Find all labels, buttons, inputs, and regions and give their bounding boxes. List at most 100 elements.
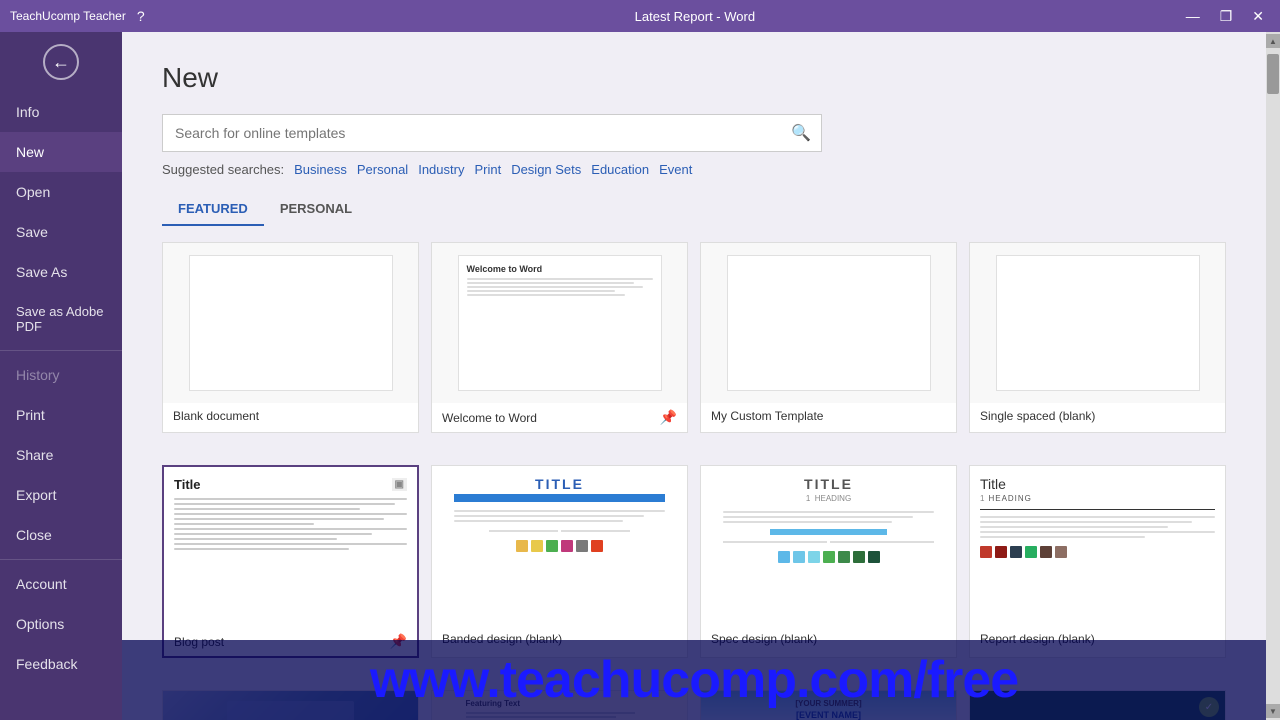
template-grid-row1: Blank document Welcome to Word (162, 242, 1226, 453)
report-color-swatches (980, 546, 1215, 558)
sidebar-item-info[interactable]: Info (0, 92, 122, 132)
search-bar: 🔍 (162, 114, 822, 152)
blog-pin-icon: 📌 (390, 633, 407, 650)
partial-photo-thumb (163, 691, 418, 720)
help-button[interactable]: ? (132, 6, 150, 26)
template-custom[interactable]: My Custom Template (700, 242, 957, 433)
template-report-thumb: Title 1 Heading (970, 466, 1225, 626)
spec-preview: TITLE 1 HEADING (701, 466, 956, 626)
plain2-content: Featuring Text (458, 691, 662, 720)
template-banded-label: Banded design (blank) (432, 626, 687, 652)
sidebar-item-close[interactable]: Close (0, 515, 122, 555)
suggested-industry[interactable]: Industry (418, 162, 464, 177)
template-custom-label: My Custom Template (701, 403, 956, 429)
sidebar-item-history: History (0, 355, 122, 395)
back-circle-icon: ← (43, 44, 79, 80)
event-content: [YOUR SUMMER] [EVENT NAME] (701, 691, 956, 720)
template-welcome[interactable]: Welcome to Word Welcome to Word (431, 242, 688, 433)
scrollbar-track: ▲ ▼ (1266, 32, 1280, 720)
sidebar-item-new[interactable]: New (0, 132, 122, 172)
template-dark[interactable]: ✓ (969, 690, 1226, 720)
template-banded-thumb: TITLE (432, 466, 687, 626)
template-welcome-thumb: Welcome to Word (432, 243, 687, 403)
dark-icon: ✓ (1199, 697, 1219, 717)
template-tabs: FEATURED PERSONAL (162, 193, 1226, 226)
photo-placeholder (227, 701, 355, 720)
content-area: New 🔍 Suggested searches: Business Perso… (122, 32, 1266, 720)
suggested-label: Suggested searches: (162, 162, 284, 177)
tab-personal[interactable]: PERSONAL (264, 193, 368, 226)
template-blank-thumb (163, 243, 418, 403)
banded-color-swatches (516, 540, 603, 552)
template-blank[interactable]: Blank document (162, 242, 419, 433)
template-blank-label: Blank document (163, 403, 418, 429)
scrollbar-up-button[interactable]: ▲ (1266, 34, 1280, 48)
search-button[interactable]: 🔍 (781, 115, 821, 151)
close-button[interactable]: ✕ (1246, 6, 1270, 27)
template-single-label: Single spaced (blank) (970, 403, 1225, 429)
template-single[interactable]: Single spaced (blank) (969, 242, 1226, 433)
scrollbar-down-button[interactable]: ▼ (1266, 704, 1280, 718)
sidebar-item-share[interactable]: Share (0, 435, 122, 475)
template-banded[interactable]: TITLE (431, 465, 688, 658)
sidebar: ← Info New Open Save Save As Save as Ado… (0, 32, 122, 720)
template-single-thumb (970, 243, 1225, 403)
template-plain2[interactable]: Featuring Text (431, 690, 688, 720)
sidebar-item-save-as-pdf[interactable]: Save as Adobe PDF (0, 292, 122, 346)
suggested-business[interactable]: Business (294, 162, 347, 177)
sidebar-item-options[interactable]: Options (0, 604, 122, 644)
suggested-personal[interactable]: Personal (357, 162, 408, 177)
titlebar: TeachUcomp Teacher ? Latest Report - Wor… (0, 0, 1280, 32)
suggested-design-sets[interactable]: Design Sets (511, 162, 581, 177)
blank-doc-preview (189, 255, 393, 391)
search-input[interactable] (163, 117, 781, 149)
suggested-print[interactable]: Print (474, 162, 501, 177)
sidebar-item-print[interactable]: Print (0, 395, 122, 435)
welcome-preview: Welcome to Word (458, 255, 662, 391)
dark-content: ✓ (970, 691, 1225, 720)
template-grid-row3: Featuring Text [YOUR SUMMER] [EVENT NAME… (162, 690, 1226, 720)
user-name: TeachUcomp Teacher (10, 9, 126, 23)
template-custom-thumb (701, 243, 956, 403)
template-report[interactable]: Title 1 Heading (969, 465, 1226, 658)
restore-button[interactable]: ❐ (1214, 6, 1239, 27)
sidebar-item-feedback[interactable]: Feedback (0, 644, 122, 684)
titlebar-title: Latest Report - Word (210, 9, 1180, 24)
sidebar-divider-1 (0, 350, 122, 351)
back-button[interactable]: ← (0, 32, 122, 92)
spec-color-swatches (778, 551, 880, 563)
pin-icon: 📌 (660, 409, 677, 426)
scrollbar-thumb[interactable] (1267, 54, 1279, 94)
tab-featured[interactable]: FEATURED (162, 193, 264, 226)
page-title: New (162, 62, 1226, 94)
spec-center-bar (770, 529, 888, 535)
minimize-button[interactable]: — (1180, 6, 1206, 26)
partial-event-thumb: [YOUR SUMMER] [EVENT NAME] (701, 691, 956, 720)
sidebar-item-export[interactable]: Export (0, 475, 122, 515)
template-photo[interactable] (162, 690, 419, 720)
suggested-event[interactable]: Event (659, 162, 692, 177)
template-report-label: Report design (blank) (970, 626, 1225, 652)
blog-preview: Title ▣ (164, 467, 417, 627)
single-preview (996, 255, 1200, 391)
partial-plain2-thumb: Featuring Text (432, 691, 687, 720)
banded-center-lines (489, 530, 630, 532)
custom-preview (727, 255, 931, 391)
suggested-education[interactable]: Education (591, 162, 649, 177)
banded-preview: TITLE (432, 466, 687, 626)
sidebar-item-save-as[interactable]: Save As (0, 252, 122, 292)
template-blog-label: Blog post 📌 (164, 627, 417, 656)
content-inner: New 🔍 Suggested searches: Business Perso… (122, 32, 1266, 720)
sidebar-item-save[interactable]: Save (0, 212, 122, 252)
blog-icon: ▣ (392, 478, 407, 491)
template-welcome-label: Welcome to Word 📌 (432, 403, 687, 432)
main-layout: ← Info New Open Save Save As Save as Ado… (0, 32, 1280, 720)
suggested-searches: Suggested searches: Business Personal In… (162, 162, 1226, 177)
sidebar-item-open[interactable]: Open (0, 172, 122, 212)
partial-dark-thumb: ✓ (970, 691, 1225, 720)
template-blog[interactable]: Title ▣ (162, 465, 419, 658)
banded-bar (454, 494, 666, 502)
template-spec[interactable]: TITLE 1 HEADING (700, 465, 957, 658)
template-event[interactable]: [YOUR SUMMER] [EVENT NAME] (700, 690, 957, 720)
sidebar-item-account[interactable]: Account (0, 564, 122, 604)
